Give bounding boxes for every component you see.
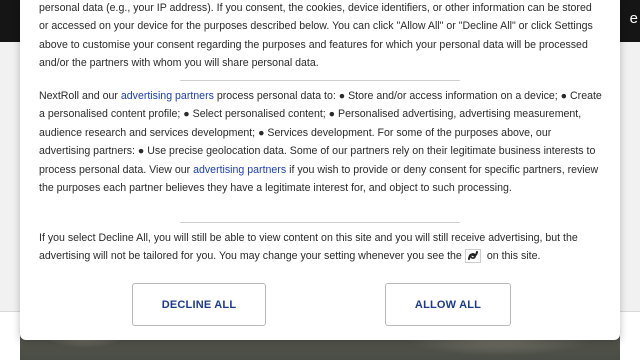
consent-intro-text: personal data (e.g., your IP address). I… bbox=[39, 2, 593, 70]
hero-margin-right bbox=[620, 312, 640, 360]
topbar-text-fragment: e bbox=[629, 10, 638, 27]
section-divider bbox=[180, 80, 460, 81]
consent-settings-icon bbox=[464, 248, 481, 263]
advertising-partners-link-2[interactable]: advertising partners bbox=[193, 164, 286, 176]
allow-all-button[interactable]: ALLOW ALL bbox=[385, 283, 511, 326]
consent-purposes-text: NextRoll and our advertising partners pr… bbox=[39, 87, 604, 197]
advertising-partners-link[interactable]: advertising partners bbox=[121, 90, 214, 102]
consent-dialog: personal data (e.g., your IP address). I… bbox=[20, 0, 620, 340]
hero-margin-left bbox=[0, 312, 20, 360]
purposes-text-part: NextRoll and our bbox=[39, 90, 121, 102]
section-divider bbox=[180, 222, 460, 223]
decline-all-button[interactable]: DECLINE ALL bbox=[132, 283, 266, 326]
decline-info-text-part: on this site. bbox=[486, 250, 541, 263]
consent-decline-info-text: If you select Decline All, you will stil… bbox=[39, 229, 604, 266]
